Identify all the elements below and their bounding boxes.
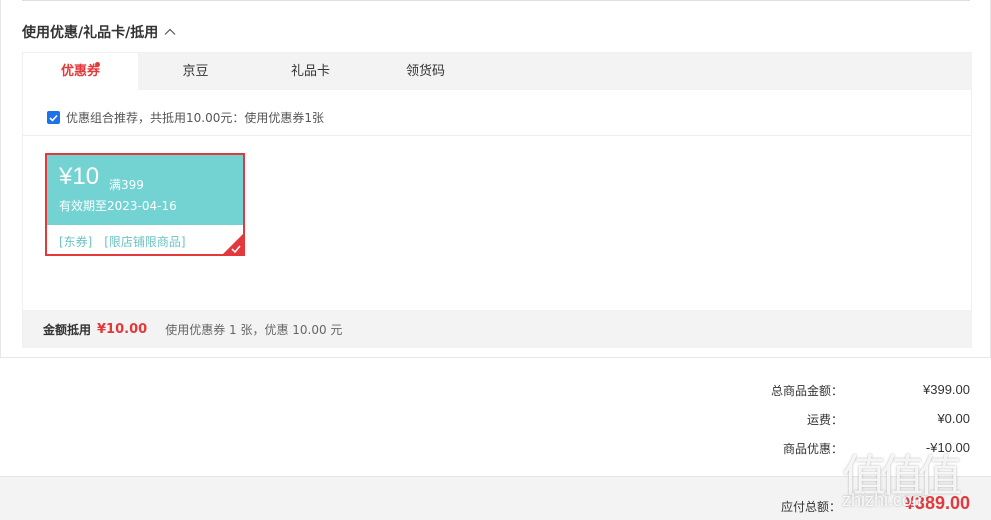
recommend-row: 优惠组合推荐，共抵用10.00元：使用优惠券1张 (47, 109, 324, 126)
total-goods-row: 总商品金额： ¥399.00 (0, 382, 991, 402)
tab-bar: 优惠券 京豆 礼品卡 领货码 (23, 53, 971, 90)
recommend-text: 优惠组合推荐，共抵用10.00元：使用优惠券1张 (66, 111, 324, 125)
coupon-condition: 满399 (109, 178, 144, 192)
recommend-checkbox[interactable] (47, 111, 60, 124)
tab-label: 优惠券 (60, 64, 100, 79)
tab-label: 领货码 (405, 64, 445, 79)
discount-summary: 金额抵用 ¥10.00 使用优惠券 1 张，优惠 10.00 元 (23, 310, 971, 348)
divider (23, 135, 971, 136)
payable-value: ¥389.00 (904, 493, 970, 513)
coupon-validity: 有效期至2023-04-16 (59, 199, 177, 213)
tab-label: 礼品卡 (290, 64, 330, 79)
coupon-tags: [东券] [限店铺限商品] (59, 233, 194, 250)
coupon-tag: [东券] (59, 235, 93, 249)
tab-label: 京豆 (182, 64, 209, 79)
chevron-up-icon (164, 28, 176, 35)
payable-bar: 应付总额： ¥389.00 (0, 476, 991, 520)
total-goods-label: 总商品金额： (770, 384, 843, 398)
payable-label: 应付总额： (780, 500, 841, 514)
coupon-panel: 优惠券 京豆 礼品卡 领货码 优惠组合推荐，共抵用10.00元：使用优惠券1张 (22, 52, 972, 348)
top-divider (22, 0, 970, 1)
coupon-card[interactable]: ¥10 满399 有效期至2023-04-16 [东券] [限店铺限商品] (45, 153, 245, 256)
discount-label: 商品优惠： (782, 442, 843, 456)
summary-description: 使用优惠券 1 张，优惠 10.00 元 (165, 322, 343, 337)
check-icon (49, 114, 58, 122)
tab-gift-card[interactable]: 礼品卡 (253, 53, 368, 90)
notification-dot (95, 62, 100, 67)
coupon-header: ¥10 满399 有效期至2023-04-16 (47, 155, 243, 225)
coupon-amount: ¥10 (59, 163, 100, 190)
summary-label: 金额抵用 (43, 322, 92, 337)
coupon-tag: [限店铺限商品] (104, 235, 186, 249)
shipping-value: ¥0.00 (937, 411, 970, 426)
shipping-row: 运费： ¥0.00 (0, 411, 991, 431)
coupon-section: 使用优惠/礼品卡/抵用 优惠券 京豆 礼品卡 领货码 优惠组合推荐，共抵用10.… (0, 0, 991, 358)
shipping-label: 运费： (806, 413, 843, 427)
discount-row: 商品优惠： -¥10.00 (0, 440, 991, 460)
tab-redeem-code[interactable]: 领货码 (368, 53, 483, 90)
selected-check-icon (231, 245, 241, 253)
tab-jingdou[interactable]: 京豆 (138, 53, 253, 90)
total-goods-value: ¥399.00 (923, 382, 970, 397)
section-title: 使用优惠/礼品卡/抵用 (22, 25, 159, 41)
summary-amount: ¥10.00 (97, 321, 148, 337)
tab-coupon[interactable]: 优惠券 (23, 53, 138, 90)
section-toggle[interactable]: 使用优惠/礼品卡/抵用 (22, 22, 176, 42)
discount-value: -¥10.00 (925, 440, 970, 455)
